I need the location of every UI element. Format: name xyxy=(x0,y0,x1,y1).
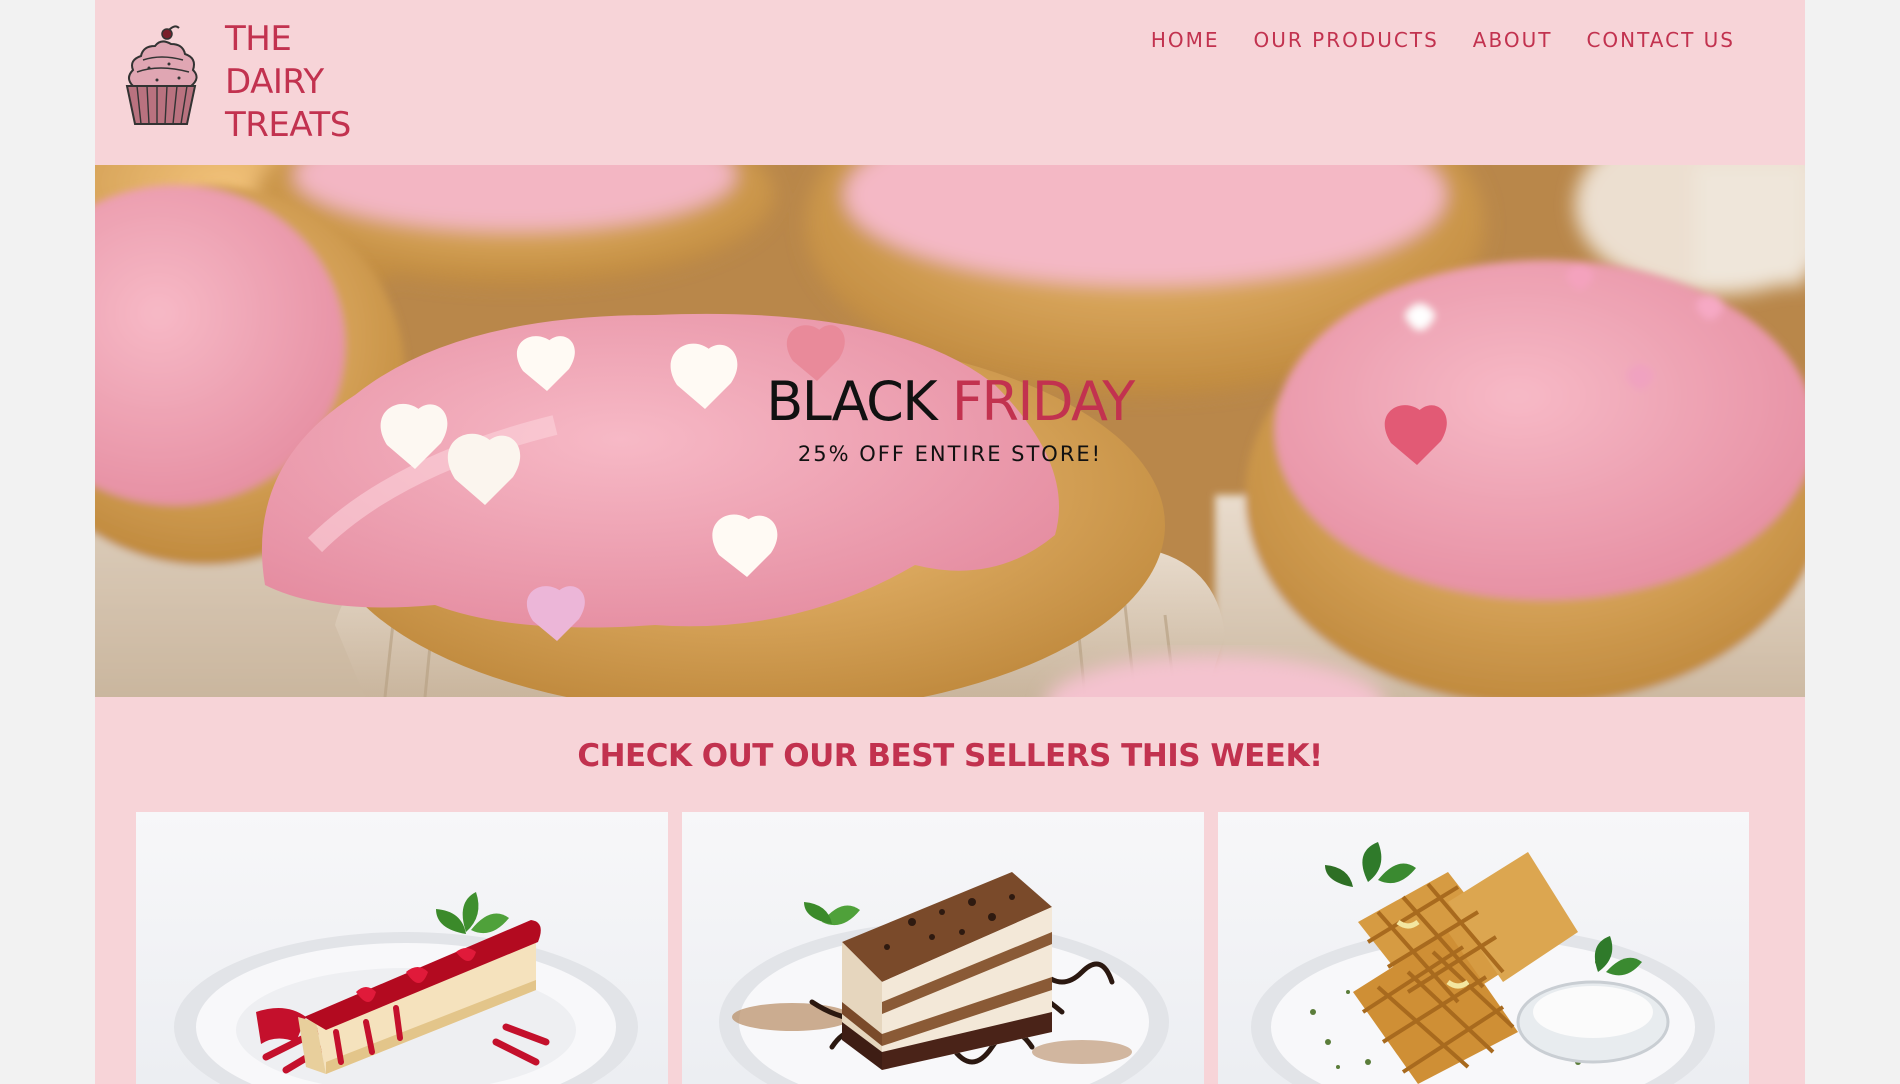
nav-home[interactable]: HOME xyxy=(1151,28,1220,52)
product-card[interactable] xyxy=(682,812,1204,1084)
cupcake-icon xyxy=(125,25,198,125)
product-card[interactable] xyxy=(136,812,668,1084)
nav-about[interactable]: ABOUT xyxy=(1473,28,1553,52)
cheesecake-image xyxy=(174,892,638,1084)
product-card[interactable] xyxy=(1218,812,1749,1084)
hero-text: BLACK FRIDAY 25% OFF ENTIRE STORE! xyxy=(95,370,1805,466)
hero-subtitle: 25% OFF ENTIRE STORE! xyxy=(797,442,1103,466)
brand-logo-link[interactable]: THE DAIRY TREATS xyxy=(119,18,351,147)
best-sellers-grid xyxy=(136,812,1758,1084)
main-nav: HOME OUR PRODUCTS ABOUT CONTACT US xyxy=(1117,28,1735,52)
hero-title-word-black: BLACK xyxy=(766,370,937,433)
best-sellers-heading: CHECK OUT OUR BEST SELLERS THIS WEEK! xyxy=(577,738,1323,774)
nav-our-products[interactable]: OUR PRODUCTS xyxy=(1254,28,1439,52)
site-header: THE DAIRY TREATS HOME OUR PRODUCTS ABOUT… xyxy=(95,0,1805,165)
hero-banner: BLACK FRIDAY 25% OFF ENTIRE STORE! xyxy=(95,165,1805,697)
nav-contact-us[interactable]: CONTACT US xyxy=(1586,28,1735,52)
brand-line: TREATS xyxy=(225,105,351,145)
hero-title-word-friday: FRIDAY xyxy=(951,370,1135,433)
brand-line: THE xyxy=(225,19,292,59)
brand-name: THE DAIRY TREATS xyxy=(225,18,351,147)
tiramisu-image xyxy=(719,872,1169,1084)
hero-title: BLACK FRIDAY xyxy=(95,370,1805,434)
page: THE DAIRY TREATS HOME OUR PRODUCTS ABOUT… xyxy=(95,0,1805,1084)
brand-line: DAIRY xyxy=(225,62,324,102)
waffles-image xyxy=(1251,842,1715,1084)
